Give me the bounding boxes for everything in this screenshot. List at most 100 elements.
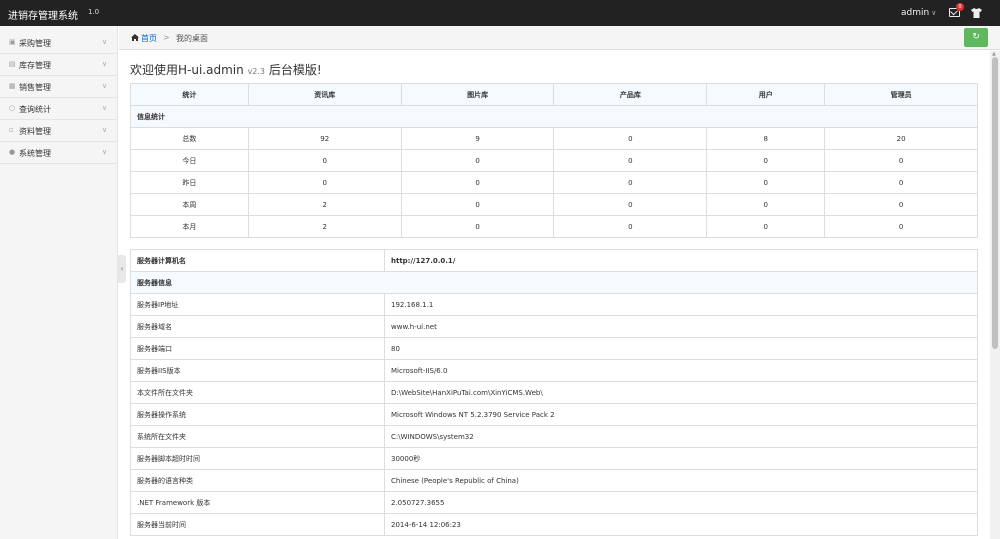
user-menu[interactable]: admin ∨ bbox=[901, 8, 936, 18]
table-row: 本周 2 0 0 0 0 bbox=[130, 193, 978, 216]
table-cell: 0 bbox=[824, 193, 978, 216]
table-row: 服务器当前时间 2014-6-14 12:06:23 bbox=[130, 513, 978, 536]
sidebar-item-label: 销售管理 bbox=[19, 83, 51, 92]
table-cell: 0 bbox=[706, 171, 826, 194]
table-cell: 服务器当前时间 bbox=[130, 513, 385, 536]
sidebar-item-data[interactable]: ▫ 资料管理 ∨ bbox=[0, 120, 118, 142]
table-cell: 0 bbox=[400, 149, 555, 172]
chevron-down-icon: ∨ bbox=[102, 104, 108, 112]
table-cell: 0 bbox=[400, 171, 555, 194]
table-cell: 192.168.1.1 bbox=[384, 293, 978, 316]
sidebar-item-label: 库存管理 bbox=[19, 61, 51, 70]
table-cell: Microsoft-IIS/6.0 bbox=[384, 359, 978, 382]
table-cell: 本月 bbox=[130, 215, 249, 238]
home-icon bbox=[131, 34, 139, 41]
table-cell: 0 bbox=[247, 171, 402, 194]
refresh-icon: ↻ bbox=[972, 32, 980, 42]
table-cell: 2 bbox=[247, 215, 402, 238]
table-cell: 0 bbox=[824, 149, 978, 172]
table-cell: 0 bbox=[553, 127, 708, 150]
welcome-product: H-ui.admin bbox=[178, 63, 244, 77]
table-cell: 服务器IP地址 bbox=[130, 293, 385, 316]
table-cell: 0 bbox=[824, 215, 978, 238]
table-cell: 服务器脚本超时时间 bbox=[130, 447, 385, 470]
sidebar-item-query[interactable]: ○ 查询统计 ∨ bbox=[0, 98, 118, 120]
sidebar-item-sales[interactable]: ▦ 销售管理 ∨ bbox=[0, 76, 118, 98]
table-cell: Chinese (People's Republic of China) bbox=[384, 469, 978, 492]
chevron-down-icon: ∨ bbox=[102, 126, 108, 134]
server-info-table: 服务器信息 服务器计算机名 http://127.0.0.1/ 服务器IP地址 1… bbox=[130, 249, 978, 536]
skin-shirt-icon[interactable] bbox=[971, 8, 982, 18]
main-content: 欢迎使用H-ui.admin v2.3 后台模版! 信息统计 统计 资讯库 图片… bbox=[119, 51, 989, 539]
breadcrumb: 首页 > 我的桌面 ↻ bbox=[119, 26, 1000, 50]
app-logo[interactable]: 进销存管理系统 bbox=[8, 7, 78, 22]
stats-header: 用户 bbox=[706, 83, 826, 106]
breadcrumb-current: 我的桌面 bbox=[176, 34, 208, 43]
table-cell: 系统所在文件夹 bbox=[130, 425, 385, 448]
sidebar-item-inventory[interactable]: ▤ 库存管理 ∨ bbox=[0, 54, 118, 76]
table-cell: 0 bbox=[553, 149, 708, 172]
stats-header: 管理员 bbox=[824, 83, 978, 106]
table-cell: 0 bbox=[706, 149, 826, 172]
user-icon: ● bbox=[9, 148, 16, 156]
table-row: .NET Framework 版本 2.050727.3655 bbox=[130, 491, 978, 514]
sidebar-item-system[interactable]: ● 系统管理 ∨ bbox=[0, 142, 118, 164]
table-cell: 本文件所在文件夹 bbox=[130, 381, 385, 404]
stats-header: 资讯库 bbox=[247, 83, 402, 106]
stats-header: 统计 bbox=[130, 83, 249, 106]
table-cell: 2 bbox=[247, 193, 402, 216]
table-row: 服务器的语言种类 Chinese (People's Republic of Ch… bbox=[130, 469, 978, 492]
stats-table: 信息统计 统计 资讯库 图片库 产品库 用户 管理员 总数 92 9 0 8 20 今日 0… bbox=[130, 83, 978, 238]
table-cell: 0 bbox=[553, 171, 708, 194]
chevron-down-icon: ∨ bbox=[102, 82, 108, 90]
cart-icon: ▣ bbox=[9, 38, 16, 46]
table-row: 服务器操作系统 Microsoft Windows NT 5.2.3790 Ser… bbox=[130, 403, 978, 426]
scrollbar-thumb[interactable] bbox=[992, 57, 998, 349]
vertical-scrollbar[interactable]: ▲ bbox=[990, 51, 1000, 539]
table-cell: 9 bbox=[400, 127, 555, 150]
table-cell: 80 bbox=[384, 337, 978, 360]
table-row: 服务器脚本超时时间 30000秒 bbox=[130, 447, 978, 470]
sidebar-item-label: 查询统计 bbox=[19, 105, 51, 114]
chevron-down-icon: ∨ bbox=[102, 148, 108, 156]
tag-icon: ▦ bbox=[9, 82, 16, 90]
table-row: 今日 0 0 0 0 0 bbox=[130, 149, 978, 172]
breadcrumb-home-link[interactable]: 首页 bbox=[141, 33, 157, 44]
server-header: http://127.0.0.1/ bbox=[384, 249, 978, 272]
breadcrumb-separator: > bbox=[163, 33, 170, 42]
top-navbar: 进销存管理系统 1.0 admin ∨ 0 bbox=[0, 0, 1000, 26]
box-icon: ▤ bbox=[9, 60, 16, 68]
table-cell: 0 bbox=[824, 171, 978, 194]
server-caption: 服务器信息 bbox=[130, 271, 978, 294]
stats-header-row: 统计 资讯库 图片库 产品库 用户 管理员 bbox=[130, 83, 978, 106]
chevron-down-icon: ∨ bbox=[931, 9, 937, 17]
table-cell: 30000秒 bbox=[384, 447, 978, 470]
search-icon: ○ bbox=[9, 104, 16, 112]
refresh-button[interactable]: ↻ bbox=[964, 28, 988, 47]
table-row: 系统所在文件夹 C:\WINDOWS\system32 bbox=[130, 425, 978, 448]
chevron-down-icon: ∨ bbox=[102, 60, 108, 68]
app-version: 1.0 bbox=[88, 8, 100, 16]
table-row: 服务器域名 www.h-ui.net bbox=[130, 315, 978, 338]
table-cell: D:\WebSite\HanXiPuTai.com\XinYiCMS.Web\ bbox=[384, 381, 978, 404]
sidebar: ▣ 采购管理 ∨ ▤ 库存管理 ∨ ▦ 销售管理 ∨ ○ 查询统计 ∨ ▫ 资料… bbox=[0, 26, 118, 539]
chevron-down-icon: ∨ bbox=[102, 38, 108, 46]
server-header: 服务器计算机名 bbox=[130, 249, 385, 272]
table-cell: 0 bbox=[706, 215, 826, 238]
table-cell: 服务器IIS版本 bbox=[130, 359, 385, 382]
table-cell: 20 bbox=[824, 127, 978, 150]
page-title: 欢迎使用H-ui.admin v2.3 后台模版! bbox=[130, 61, 322, 78]
sidebar-item-label: 资料管理 bbox=[19, 127, 51, 136]
table-cell: C:\WINDOWS\system32 bbox=[384, 425, 978, 448]
stats-header: 图片库 bbox=[400, 83, 555, 106]
table-row: 本文件所在文件夹 D:\WebSite\HanXiPuTai.com\XinYiC… bbox=[130, 381, 978, 404]
welcome-prefix: 欢迎使用 bbox=[130, 63, 179, 77]
table-cell: 2.050727.3655 bbox=[384, 491, 978, 514]
table-cell: 服务器域名 bbox=[130, 315, 385, 338]
table-cell: 服务器端口 bbox=[130, 337, 385, 360]
stats-header: 产品库 bbox=[553, 83, 708, 106]
welcome-version: v2.3 bbox=[247, 67, 266, 76]
sidebar-item-purchase[interactable]: ▣ 采购管理 ∨ bbox=[0, 32, 118, 54]
table-cell: 92 bbox=[247, 127, 402, 150]
sidebar-item-label: 系统管理 bbox=[19, 149, 51, 158]
